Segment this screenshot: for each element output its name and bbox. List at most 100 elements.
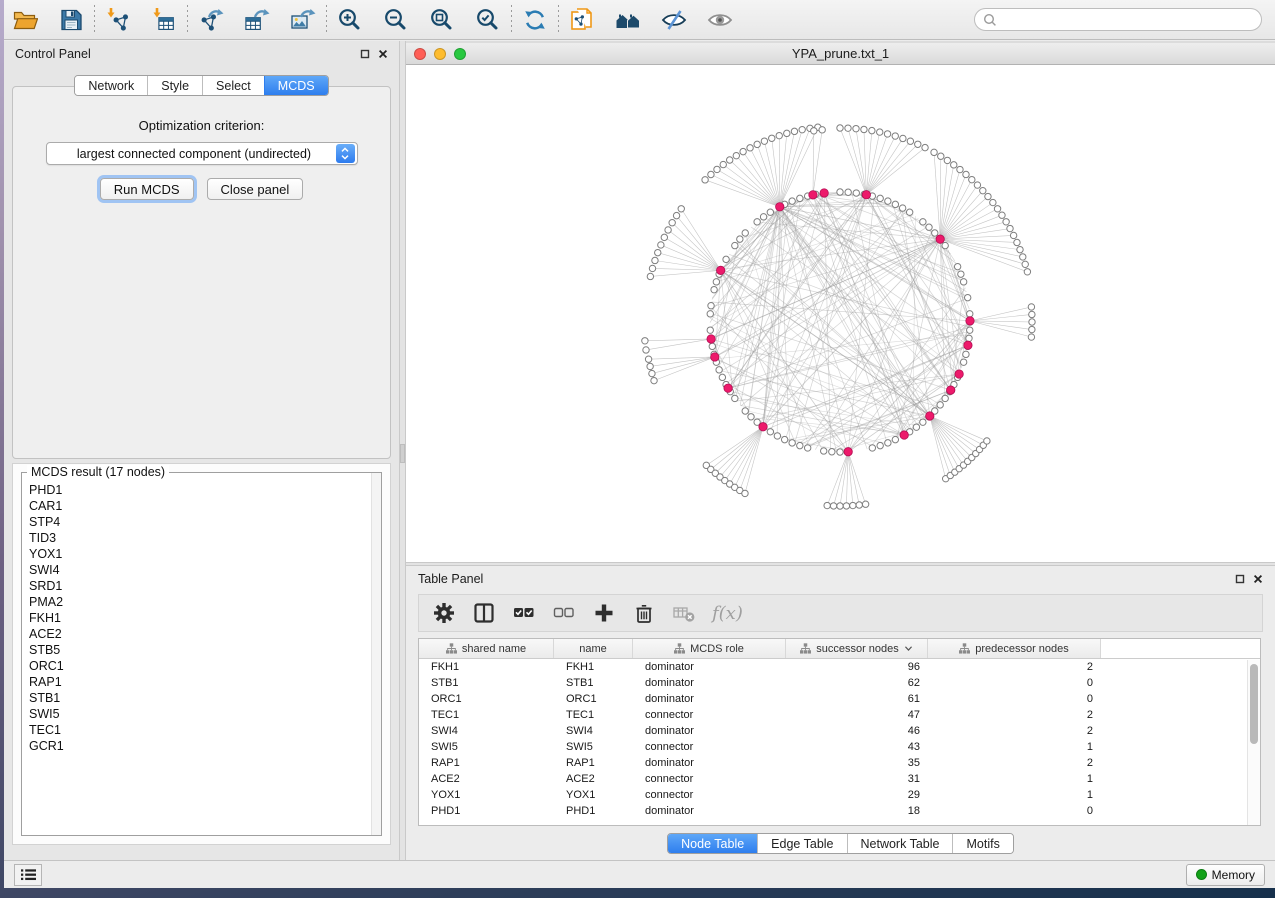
graph-node[interactable] bbox=[711, 286, 717, 292]
close-panel-button[interactable]: Close panel bbox=[207, 178, 304, 200]
graph-node[interactable] bbox=[645, 356, 651, 362]
gear-icon[interactable] bbox=[432, 602, 455, 625]
table-cell[interactable]: dominator bbox=[633, 755, 786, 771]
table-cell[interactable]: 0 bbox=[928, 803, 1101, 819]
graph-node[interactable] bbox=[776, 132, 782, 138]
table-row[interactable]: ACE2ACE2connector311 bbox=[419, 771, 1260, 787]
result-list-item[interactable]: STP4 bbox=[29, 514, 371, 530]
graph-node[interactable] bbox=[856, 502, 862, 508]
table-cell[interactable]: dominator bbox=[633, 659, 786, 675]
graph-node[interactable] bbox=[877, 129, 883, 135]
graph-node[interactable] bbox=[837, 449, 843, 455]
graph-node[interactable] bbox=[885, 440, 891, 446]
export-table-icon[interactable] bbox=[244, 7, 270, 33]
graph-node[interactable] bbox=[781, 436, 787, 442]
zoom-out-icon[interactable] bbox=[383, 7, 409, 33]
result-list-scrollbar[interactable] bbox=[371, 473, 381, 835]
memory-button[interactable]: Memory bbox=[1186, 864, 1265, 886]
table-cell[interactable]: 96 bbox=[786, 659, 928, 675]
graph-node[interactable] bbox=[720, 161, 726, 167]
table-cell[interactable]: 35 bbox=[786, 755, 928, 771]
graph-node[interactable] bbox=[892, 436, 898, 442]
table-cell[interactable]: dominator bbox=[633, 723, 786, 739]
graph-node[interactable] bbox=[784, 130, 790, 136]
graph-node[interactable] bbox=[920, 419, 926, 425]
graph-node[interactable] bbox=[714, 166, 720, 172]
table-cell[interactable]: connector bbox=[633, 771, 786, 787]
table-cell[interactable]: 2 bbox=[928, 723, 1101, 739]
graph-hub-node[interactable] bbox=[900, 431, 908, 439]
run-mcds-button[interactable]: Run MCDS bbox=[100, 178, 194, 200]
table-cell[interactable]: connector bbox=[633, 739, 786, 755]
close-window-light[interactable] bbox=[414, 48, 426, 60]
graph-hub-node[interactable] bbox=[711, 353, 719, 361]
table-cell[interactable]: 43 bbox=[786, 739, 928, 755]
graph-node[interactable] bbox=[797, 442, 803, 448]
tab-network[interactable]: Network bbox=[75, 76, 147, 95]
eye-slash-icon[interactable] bbox=[661, 7, 687, 33]
graph-node[interactable] bbox=[647, 363, 653, 369]
graph-node[interactable] bbox=[974, 182, 980, 188]
graph-node[interactable] bbox=[853, 125, 859, 131]
graph-node[interactable] bbox=[931, 149, 937, 155]
table-scrollbar-thumb[interactable] bbox=[1250, 664, 1258, 744]
table-cell[interactable]: FKH1 bbox=[554, 659, 633, 675]
graph-node[interactable] bbox=[658, 242, 664, 248]
result-list-item[interactable]: STB1 bbox=[29, 690, 371, 706]
table-cell[interactable]: 61 bbox=[786, 691, 928, 707]
graph-node[interactable] bbox=[821, 448, 827, 454]
graph-node[interactable] bbox=[877, 195, 883, 201]
table-cell[interactable]: 18 bbox=[786, 803, 928, 819]
table-cell[interactable]: dominator bbox=[633, 675, 786, 691]
graph-node[interactable] bbox=[957, 166, 963, 172]
close-panel-icon[interactable] bbox=[378, 49, 388, 59]
graph-hub-node[interactable] bbox=[759, 423, 767, 431]
optimization-criterion-dropdown[interactable]: largest connected component (undirected) bbox=[46, 142, 358, 165]
result-list-item[interactable]: YOX1 bbox=[29, 546, 371, 562]
graph-node[interactable] bbox=[877, 442, 883, 448]
graph-node[interactable] bbox=[990, 199, 996, 205]
graph-node[interactable] bbox=[932, 230, 938, 236]
graph-hub-node[interactable] bbox=[964, 341, 972, 349]
status-menu-button[interactable] bbox=[14, 864, 42, 886]
select-all-icon[interactable] bbox=[512, 602, 535, 625]
graph-node[interactable] bbox=[884, 131, 890, 137]
graph-node[interactable] bbox=[669, 220, 675, 226]
table-cell[interactable]: 62 bbox=[786, 675, 928, 691]
zoom-fit-icon[interactable] bbox=[429, 7, 455, 33]
graph-node[interactable] bbox=[708, 303, 714, 309]
graph-node[interactable] bbox=[665, 227, 671, 233]
graph-node[interactable] bbox=[937, 402, 943, 408]
graph-node[interactable] bbox=[850, 502, 856, 508]
graph-node[interactable] bbox=[726, 157, 732, 163]
table-row[interactable]: TEC1TEC1connector472 bbox=[419, 707, 1260, 723]
graph-node[interactable] bbox=[1028, 304, 1034, 310]
import-table-icon[interactable] bbox=[151, 7, 177, 33]
graph-node[interactable] bbox=[1028, 334, 1034, 340]
graph-hub-node[interactable] bbox=[716, 266, 724, 274]
result-list-item[interactable]: SWI4 bbox=[29, 562, 371, 578]
tab-mcds[interactable]: MCDS bbox=[264, 76, 328, 95]
float-panel-icon[interactable] bbox=[1235, 574, 1245, 584]
result-list-item[interactable]: TID3 bbox=[29, 530, 371, 546]
graph-node[interactable] bbox=[824, 502, 830, 508]
column-header-successor-nodes[interactable]: successor nodes bbox=[786, 639, 928, 658]
table-cell[interactable]: TEC1 bbox=[554, 707, 633, 723]
graph-hub-node[interactable] bbox=[936, 235, 944, 243]
graph-node[interactable] bbox=[737, 236, 743, 242]
graph-node[interactable] bbox=[740, 148, 746, 154]
graph-node[interactable] bbox=[754, 141, 760, 147]
graph-node[interactable] bbox=[969, 176, 975, 182]
graph-node[interactable] bbox=[1007, 225, 1013, 231]
result-list-item[interactable]: STB5 bbox=[29, 642, 371, 658]
graph-node[interactable] bbox=[994, 206, 1000, 212]
table-cell[interactable]: 1 bbox=[928, 739, 1101, 755]
graph-node[interactable] bbox=[649, 265, 655, 271]
table-row[interactable]: SWI4SWI4dominator462 bbox=[419, 723, 1260, 739]
tab-node-table[interactable]: Node Table bbox=[668, 834, 757, 853]
table-cell[interactable]: 0 bbox=[928, 691, 1101, 707]
table-cell[interactable]: PHD1 bbox=[419, 803, 554, 819]
table-row[interactable]: RAP1RAP1dominator352 bbox=[419, 755, 1260, 771]
graph-node[interactable] bbox=[774, 433, 780, 439]
result-list-item[interactable]: CAR1 bbox=[29, 498, 371, 514]
